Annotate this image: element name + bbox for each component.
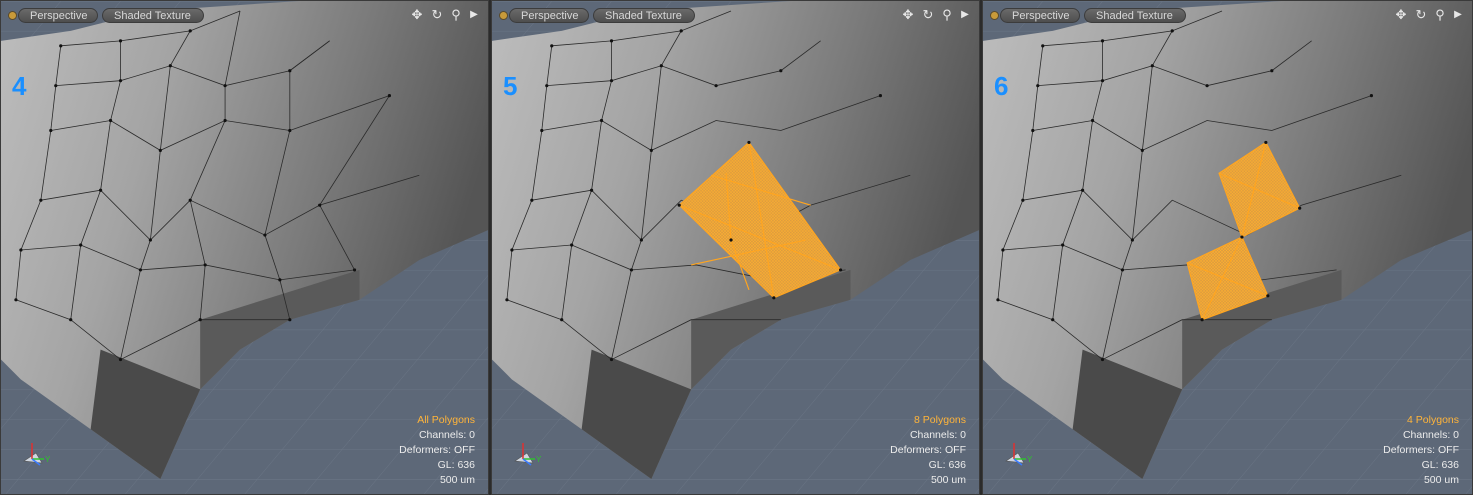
viewport-info: 4 Polygons Channels: 0 Deformers: OFF GL… <box>1383 413 1459 488</box>
gl-info: GL: 636 <box>1421 459 1459 471</box>
y-axis-label: Y <box>1027 455 1033 464</box>
y-axis-label: Y <box>536 455 542 464</box>
selection-count: All Polygons <box>417 414 475 426</box>
viewport-5[interactable]: Perspective Shaded Texture ✥ ↻ ⚲ ▶ 5 Y 8… <box>491 0 980 495</box>
viewport-header: Perspective Shaded Texture ✥ ↻ ⚲ ▶ <box>492 1 979 29</box>
gl-info: GL: 636 <box>437 459 475 471</box>
more-options-icon[interactable]: ▶ <box>957 7 973 23</box>
axis-gizmo-icon: Y <box>1005 443 1033 466</box>
zoom-view-icon[interactable]: ⚲ <box>1432 7 1448 23</box>
rotate-view-icon[interactable]: ↻ <box>920 7 936 23</box>
view-type-button[interactable]: Perspective <box>1000 8 1080 23</box>
move-view-icon[interactable]: ✥ <box>1393 7 1409 23</box>
view-type-button[interactable]: Perspective <box>509 8 589 23</box>
viewport-menu-icon[interactable] <box>990 11 999 20</box>
view-type-button[interactable]: Perspective <box>18 8 98 23</box>
shading-mode-button[interactable]: Shaded Texture <box>102 8 204 23</box>
viewport-row: Perspective Shaded Texture ✥ ↻ ⚲ ▶ 4 Y A… <box>0 0 1473 495</box>
viewport-info: All Polygons Channels: 0 Deformers: OFF … <box>399 413 475 488</box>
move-view-icon[interactable]: ✥ <box>900 7 916 23</box>
viewport-header: Perspective Shaded Texture ✥ ↻ ⚲ ▶ <box>1 1 488 29</box>
y-axis-label: Y <box>45 455 51 464</box>
deformers-info: Deformers: OFF <box>890 444 966 456</box>
viewport-menu-icon[interactable] <box>8 11 17 20</box>
scale-info: 500 um <box>930 474 966 486</box>
scale-info: 500 um <box>439 474 475 486</box>
zoom-view-icon[interactable]: ⚲ <box>939 7 955 23</box>
rotate-view-icon[interactable]: ↻ <box>429 7 445 23</box>
viewport-number: 4 <box>12 71 27 101</box>
viewport-info: 8 Polygons Channels: 0 Deformers: OFF GL… <box>890 413 966 488</box>
zoom-view-icon[interactable]: ⚲ <box>448 7 464 23</box>
more-options-icon[interactable]: ▶ <box>466 7 482 23</box>
more-options-icon[interactable]: ▶ <box>1450 7 1466 23</box>
viewport-header: Perspective Shaded Texture ✥ ↻ ⚲ ▶ <box>983 1 1472 29</box>
axis-gizmo-icon: Y <box>514 443 542 466</box>
viewport-number: 5 <box>503 71 518 101</box>
channels-info: Channels: 0 <box>909 429 966 441</box>
viewport-menu-icon[interactable] <box>499 11 508 20</box>
channels-info: Channels: 0 <box>1402 429 1459 441</box>
gl-info: GL: 636 <box>928 459 966 471</box>
deformers-info: Deformers: OFF <box>399 444 475 456</box>
viewport-6[interactable]: Perspective Shaded Texture ✥ ↻ ⚲ ▶ 6 Y 4… <box>982 0 1473 495</box>
move-view-icon[interactable]: ✥ <box>409 7 425 23</box>
scale-info: 500 um <box>1423 474 1459 486</box>
viewport-number: 6 <box>994 71 1009 101</box>
shading-mode-button[interactable]: Shaded Texture <box>1084 8 1186 23</box>
channels-info: Channels: 0 <box>418 429 475 441</box>
selection-count: 4 Polygons <box>1407 414 1459 426</box>
shading-mode-button[interactable]: Shaded Texture <box>593 8 695 23</box>
axis-gizmo-icon: Y <box>23 443 51 466</box>
deformers-info: Deformers: OFF <box>1383 444 1459 456</box>
selection-count: 8 Polygons <box>914 414 966 426</box>
viewport-4[interactable]: Perspective Shaded Texture ✥ ↻ ⚲ ▶ 4 Y A… <box>0 0 489 495</box>
rotate-view-icon[interactable]: ↻ <box>1413 7 1429 23</box>
